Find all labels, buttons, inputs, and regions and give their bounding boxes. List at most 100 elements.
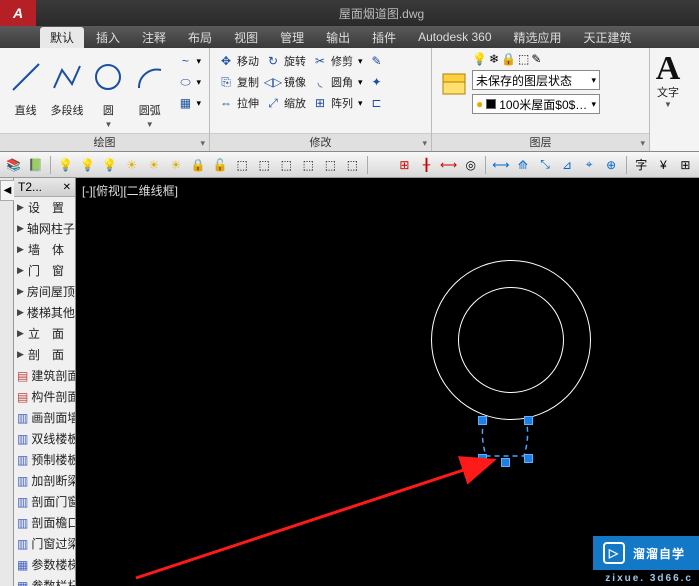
- layer-state-dropdown[interactable]: 未保存的图层状态 ▾: [472, 70, 600, 90]
- circle-button[interactable]: 圆 ▼: [89, 52, 128, 131]
- tb-layer1[interactable]: 📚: [4, 155, 23, 175]
- palette-group[interactable]: ▶立 面: [14, 323, 75, 344]
- tab-annotate[interactable]: 注释: [132, 27, 176, 48]
- panel-layer-title[interactable]: 图层: [432, 133, 649, 151]
- polyline-button[interactable]: 多段线: [47, 52, 86, 120]
- drawing-canvas[interactable]: [-][俯视][二维线框] ▷ 溜溜自学 zixue. 3d66.c: [76, 178, 699, 586]
- tab-layout[interactable]: 布局: [178, 27, 222, 48]
- palette-group[interactable]: ▶设 置: [14, 197, 75, 218]
- palette-group[interactable]: ▶剖 面: [14, 344, 75, 365]
- scale-button[interactable]: ⤢缩放: [263, 94, 308, 112]
- tb-mk5[interactable]: ⬚: [321, 155, 340, 175]
- fillet-button[interactable]: ◟圆角▾: [310, 73, 365, 91]
- panel-modify-title[interactable]: 修改: [210, 133, 431, 151]
- tb-d3[interactable]: ⤡: [535, 155, 554, 175]
- palette-header[interactable]: T2... ✕: [14, 178, 75, 197]
- tb-bulb2[interactable]: 💡: [78, 155, 97, 175]
- mirror-button[interactable]: ◁▷镜像: [263, 73, 308, 91]
- text-icon[interactable]: A: [656, 54, 681, 84]
- tb-sun2[interactable]: ☀: [144, 155, 163, 175]
- tb-layer2[interactable]: 📗: [26, 155, 45, 175]
- tb-d1[interactable]: ⟷: [491, 155, 510, 175]
- tab-tangent[interactable]: 天正建筑: [574, 27, 642, 48]
- arc-button[interactable]: 圆弧 ▼: [130, 52, 169, 131]
- layer-current-dropdown[interactable]: ● 100米屋面$0$屋面 ▾: [472, 94, 600, 114]
- tb-axis[interactable]: ╂: [417, 155, 436, 175]
- tb-d6[interactable]: ⊕: [602, 155, 621, 175]
- palette-item[interactable]: ▥剖面檐口: [14, 512, 75, 533]
- palette-group[interactable]: ▶楼梯其他: [14, 302, 75, 323]
- tb-d2[interactable]: ⟰: [513, 155, 532, 175]
- tb-lock2[interactable]: 🔓: [211, 155, 230, 175]
- grip[interactable]: [478, 454, 487, 463]
- palette-group[interactable]: ▶墙 体: [14, 239, 75, 260]
- viewport-label[interactable]: [-][俯视][二维线框]: [82, 182, 178, 199]
- tab-autodesk360[interactable]: Autodesk 360: [408, 28, 501, 46]
- trim-button[interactable]: ✂修剪▾: [310, 52, 365, 70]
- panel-draw-title[interactable]: 绘图: [0, 133, 209, 151]
- tb-mk3[interactable]: ⬚: [277, 155, 296, 175]
- array-button[interactable]: ⊞阵列▾: [310, 94, 365, 112]
- draw-misc3[interactable]: ▦▾: [175, 94, 203, 112]
- tb-dim1[interactable]: ⟷: [439, 155, 458, 175]
- palette-item[interactable]: ▥双线楼板: [14, 428, 75, 449]
- draw-misc2[interactable]: ⬭▾: [175, 73, 203, 91]
- tab-featured[interactable]: 精选应用: [504, 27, 572, 48]
- tb-mk6[interactable]: ⬚: [343, 155, 362, 175]
- offset-button[interactable]: ⊏: [367, 94, 387, 112]
- close-icon[interactable]: ✕: [63, 182, 71, 193]
- tb-t2[interactable]: ¥: [654, 155, 673, 175]
- tb-bulb3[interactable]: 💡: [100, 155, 119, 175]
- inner-circle[interactable]: [458, 287, 564, 393]
- palette-group[interactable]: ▶房间屋顶: [14, 281, 75, 302]
- grip[interactable]: [524, 416, 533, 425]
- layer-freeze-icon[interactable]: ❄: [489, 52, 499, 66]
- grip[interactable]: [478, 416, 487, 425]
- layer-properties-button[interactable]: [438, 52, 470, 116]
- tb-mk1[interactable]: ⬚: [233, 155, 252, 175]
- copy-button[interactable]: ⎘复制: [216, 73, 261, 91]
- layer-off-icon[interactable]: 💡: [472, 52, 487, 66]
- palette-item[interactable]: ▥加剖断梁: [14, 470, 75, 491]
- tb-sun3[interactable]: ☀: [166, 155, 185, 175]
- palette-item[interactable]: ▤构件剖面: [14, 386, 75, 407]
- stretch-button[interactable]: ⇔拉伸: [216, 94, 261, 112]
- rotate-button[interactable]: ↻旋转: [263, 52, 308, 70]
- tb-t1[interactable]: 字: [632, 155, 651, 175]
- palette-item[interactable]: ▥画剖面墙: [14, 407, 75, 428]
- tb-bulb1[interactable]: 💡: [56, 155, 75, 175]
- tb-dim2[interactable]: ◎: [461, 155, 480, 175]
- move-button[interactable]: ✥移动: [216, 52, 261, 70]
- tb-lock1[interactable]: 🔒: [188, 155, 207, 175]
- tab-plugins[interactable]: 插件: [362, 27, 406, 48]
- line-button[interactable]: 直线: [6, 52, 45, 120]
- tab-default[interactable]: 默认: [40, 27, 84, 48]
- layer-lock-icon[interactable]: 🔒: [501, 52, 516, 66]
- palette-group[interactable]: ▶门 窗: [14, 260, 75, 281]
- grip[interactable]: [524, 454, 533, 463]
- tab-output[interactable]: 输出: [316, 27, 360, 48]
- tb-d4[interactable]: ⊿: [558, 155, 577, 175]
- palette-item[interactable]: ▥门窗过梁: [14, 533, 75, 554]
- layer-iso-icon[interactable]: ⬚: [518, 52, 529, 66]
- explode-button[interactable]: ✦: [367, 73, 387, 91]
- palette-item[interactable]: ▦参数栏杆: [14, 575, 75, 586]
- grip-mid[interactable]: [501, 458, 510, 467]
- palette-group[interactable]: ▶轴网柱子: [14, 218, 75, 239]
- draw-misc1[interactable]: ~▾: [175, 52, 203, 70]
- tab-view[interactable]: 视图: [224, 27, 268, 48]
- tb-mk2[interactable]: ⬚: [255, 155, 274, 175]
- tb-sun1[interactable]: ☀: [122, 155, 141, 175]
- tb-d5[interactable]: ⌖: [580, 155, 599, 175]
- left-tab[interactable]: ◀: [0, 180, 15, 201]
- layer-match-icon[interactable]: ✎: [531, 52, 541, 66]
- palette-item[interactable]: ▥预制楼板: [14, 449, 75, 470]
- palette-item[interactable]: ▦参数楼梯: [14, 554, 75, 575]
- tb-mk4[interactable]: ⬚: [299, 155, 318, 175]
- palette-item[interactable]: ▤建筑剖面: [14, 365, 75, 386]
- tb-t3[interactable]: ⊞: [676, 155, 695, 175]
- tab-manage[interactable]: 管理: [270, 27, 314, 48]
- app-logo[interactable]: A: [0, 0, 36, 26]
- palette-item[interactable]: ▥剖面门窗: [14, 491, 75, 512]
- tb-grid[interactable]: ⊞: [395, 155, 414, 175]
